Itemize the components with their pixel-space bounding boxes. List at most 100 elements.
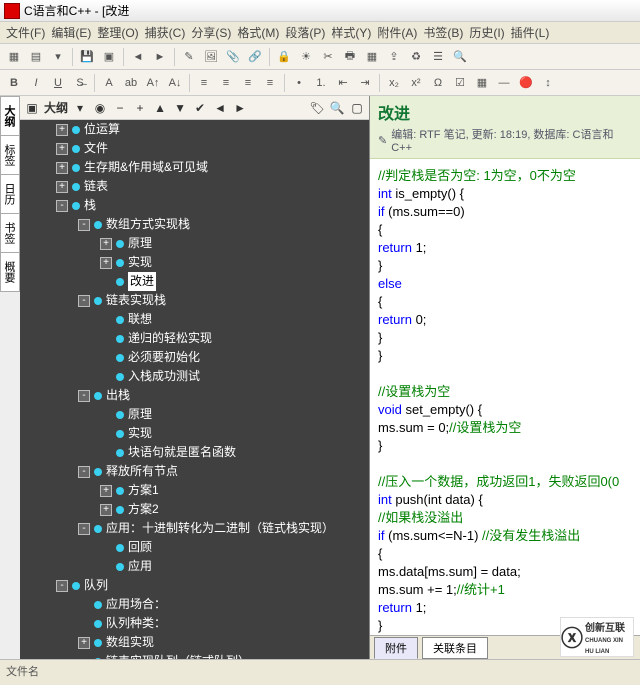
italic-icon[interactable]: I [26, 73, 46, 93]
collapse-icon[interactable]: - [78, 219, 90, 231]
print-icon[interactable]: 🖶 [340, 47, 360, 67]
menu-item[interactable]: 历史(I) [469, 24, 504, 41]
underline-icon[interactable]: U [48, 73, 68, 93]
align-center-icon[interactable]: ≡ [216, 73, 236, 93]
side-tab[interactable]: 概要 [0, 252, 20, 292]
collapse-icon[interactable]: - [78, 466, 90, 478]
tree-node[interactable]: +方案1 [100, 481, 369, 500]
collapse-icon[interactable]: - [78, 295, 90, 307]
search-icon[interactable]: 🔍 [329, 100, 345, 116]
tree-node[interactable]: -链表实现栈 [78, 291, 369, 310]
font-shrink-icon[interactable]: A↓ [165, 73, 185, 93]
recycle-icon[interactable]: ♻ [406, 47, 426, 67]
menu-item[interactable]: 编辑(E) [51, 24, 91, 41]
chevron-down-icon[interactable]: ▾ [72, 100, 88, 116]
expand-icon[interactable]: + [56, 181, 68, 193]
up-icon[interactable]: ▲ [152, 100, 168, 116]
tree-node[interactable]: -释放所有节点 [78, 462, 369, 481]
search-icon[interactable]: 🔍 [450, 47, 470, 67]
tree-node[interactable]: +数组实现 [78, 633, 369, 652]
tree-node[interactable]: +生存期&作用域&可见域 [56, 158, 369, 177]
expand-icon[interactable]: + [100, 257, 112, 269]
tree-node[interactable]: 改进 [100, 272, 369, 291]
side-tab[interactable]: 大纲 [0, 96, 20, 136]
strike-icon[interactable]: S̶ [70, 73, 90, 93]
sub-icon[interactable]: x₂ [384, 73, 404, 93]
lock-icon[interactable]: 🔒 [274, 47, 294, 67]
tree-node[interactable]: 联想 [100, 310, 369, 329]
hr-icon[interactable]: — [494, 73, 514, 93]
collapse-icon[interactable]: ▣ [24, 100, 40, 116]
align-right-icon[interactable]: ≡ [238, 73, 258, 93]
edit-icon[interactable]: ✎ [378, 134, 387, 147]
menu-item[interactable]: 段落(P) [285, 24, 325, 41]
page-icon[interactable]: ▣ [99, 47, 119, 67]
down-icon[interactable]: ▼ [172, 100, 188, 116]
tree-node[interactable]: +方案2 [100, 500, 369, 519]
tree-node[interactable]: 实现 [100, 424, 369, 443]
ul-icon[interactable]: • [289, 73, 309, 93]
tree-node[interactable]: -出栈 [78, 386, 369, 405]
indent-icon[interactable]: ⇥ [355, 73, 375, 93]
spacing-icon[interactable]: ↕ [538, 73, 558, 93]
bullet-icon[interactable]: ◉ [92, 100, 108, 116]
tree-node[interactable]: 回顾 [100, 538, 369, 557]
edit-icon[interactable]: ✎ [179, 47, 199, 67]
left-icon[interactable]: ◄ [212, 100, 228, 116]
align-left-icon[interactable]: ≡ [194, 73, 214, 93]
symbol-icon[interactable]: Ω [428, 73, 448, 93]
side-tab[interactable]: 日历 [0, 174, 20, 214]
expand-icon[interactable]: + [100, 504, 112, 516]
back-icon[interactable]: ◄ [128, 47, 148, 67]
tree-node[interactable]: 原理 [100, 405, 369, 424]
plus-icon[interactable]: + [132, 100, 148, 116]
align-justify-icon[interactable]: ≡ [260, 73, 280, 93]
expand-icon[interactable]: + [56, 143, 68, 155]
tree-node[interactable]: +原理 [100, 234, 369, 253]
save-icon[interactable]: 💾 [77, 47, 97, 67]
bottom-tab[interactable]: 附件 [374, 637, 418, 659]
minus-icon[interactable]: − [112, 100, 128, 116]
collapse-icon[interactable]: - [56, 200, 68, 212]
menu-item[interactable]: 附件(A) [377, 24, 417, 41]
side-tab[interactable]: 书签 [0, 213, 20, 253]
window-icon[interactable]: ▢ [349, 100, 365, 116]
menu-item[interactable]: 书签(B) [423, 24, 463, 41]
doc-icon[interactable]: ▤ [26, 47, 46, 67]
dropdown-icon[interactable]: ▾ [48, 47, 68, 67]
tree-node[interactable]: 入栈成功测试 [100, 367, 369, 386]
fwd-icon[interactable]: ► [150, 47, 170, 67]
color-icon[interactable]: 🔴 [516, 73, 536, 93]
bold-icon[interactable]: B [4, 73, 24, 93]
grid-icon[interactable]: ▦ [362, 47, 382, 67]
tree-node[interactable]: 必须要初始化 [100, 348, 369, 367]
tree-node[interactable]: 应用场合： [78, 595, 369, 614]
collapse-icon[interactable]: - [78, 523, 90, 535]
collapse-icon[interactable]: - [78, 390, 90, 402]
image-icon[interactable]: 🖼 [201, 47, 221, 67]
tree-node[interactable]: 块语句就是匿名函数 [100, 443, 369, 462]
tree-node[interactable]: -应用：十进制转化为二进制（链式栈实现） [78, 519, 369, 538]
font-color-icon[interactable]: A [99, 73, 119, 93]
tree-node[interactable]: +链表 [56, 177, 369, 196]
expand-icon[interactable]: + [56, 124, 68, 136]
tree-node[interactable]: +文件 [56, 139, 369, 158]
menu-item[interactable]: 分享(S) [191, 24, 231, 41]
code-area[interactable]: //判定栈是否为空: 1为空，0不为空int is_empty() { if (… [370, 159, 640, 635]
check-icon[interactable]: ✔ [192, 100, 208, 116]
tree-node[interactable]: 队列种类： [78, 614, 369, 633]
tree-node[interactable]: -队列 [56, 576, 369, 595]
tree-node[interactable]: -栈 [56, 196, 369, 215]
highlight-icon[interactable]: ab [121, 73, 141, 93]
right-icon[interactable]: ► [232, 100, 248, 116]
menu-item[interactable]: 整理(O) [97, 24, 138, 41]
clip-icon[interactable]: ✂ [318, 47, 338, 67]
table-icon[interactable]: ▦ [472, 73, 492, 93]
new-icon[interactable]: ▦ [4, 47, 24, 67]
side-tab[interactable]: 标签 [0, 135, 20, 175]
menu-item[interactable]: 格式(M) [237, 24, 279, 41]
menu-item[interactable]: 插件(L) [511, 24, 550, 41]
bottom-tab[interactable]: 关联条目 [422, 637, 488, 659]
collapse-icon[interactable]: - [56, 580, 68, 592]
menu-item[interactable]: 样式(Y) [331, 24, 371, 41]
